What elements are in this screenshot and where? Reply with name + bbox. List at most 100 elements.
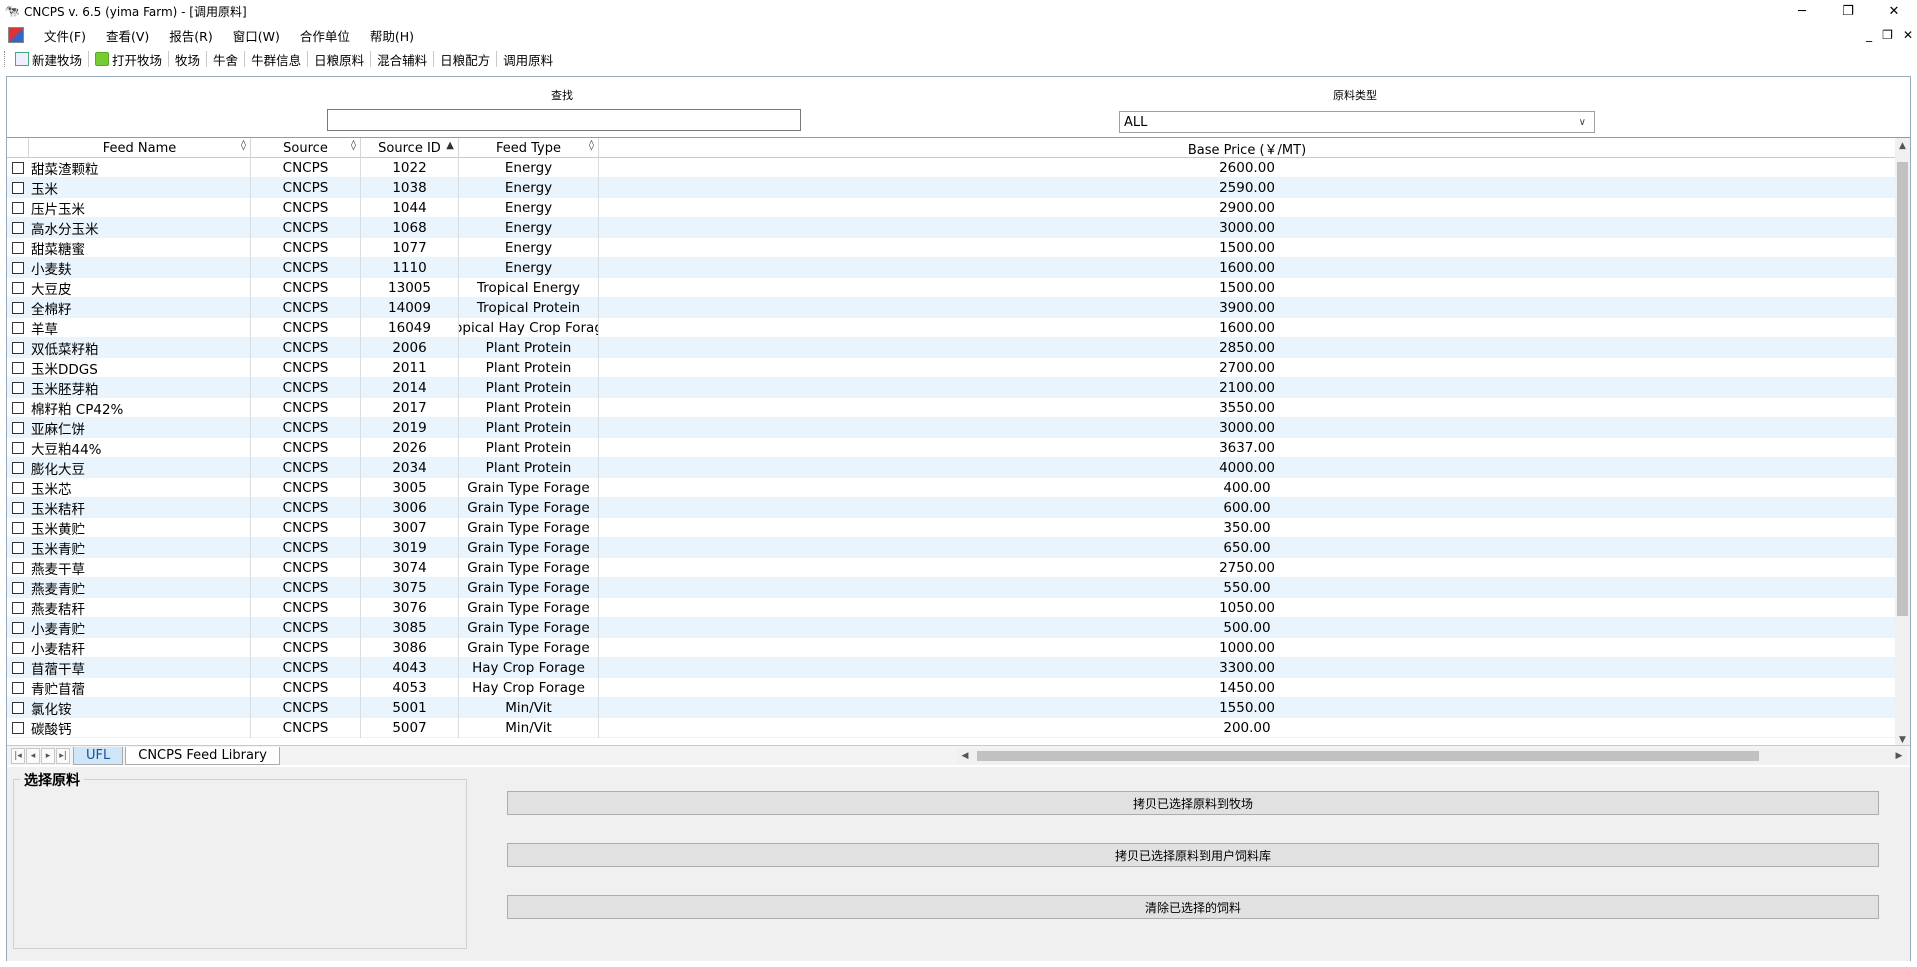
row-checkbox[interactable] <box>7 158 29 178</box>
table-row[interactable]: 亚麻仁饼 CNCPS 2019 Plant Protein 3000.00 <box>7 418 1895 438</box>
row-checkbox[interactable] <box>7 318 29 338</box>
checkbox[interactable] <box>12 462 24 474</box>
close-button[interactable]: ✕ <box>1871 0 1917 22</box>
first-tab-icon[interactable]: |◂ <box>11 747 25 764</box>
table-row[interactable]: 大豆粕44% CNCPS 2026 Plant Protein 3637.00 <box>7 438 1895 458</box>
checkbox[interactable] <box>12 722 24 734</box>
checkbox[interactable] <box>12 222 24 234</box>
row-checkbox[interactable] <box>7 438 29 458</box>
checkbox[interactable] <box>12 662 24 674</box>
menu-file[interactable]: 文件(F) <box>34 26 96 45</box>
checkbox[interactable] <box>12 302 24 314</box>
menu-help[interactable]: 帮助(H) <box>360 26 424 45</box>
row-checkbox[interactable] <box>7 258 29 278</box>
mdi-minimize-button[interactable]: _ <box>1866 28 1872 42</box>
clear-selection-button[interactable]: 清除已选择的饲料 <box>507 895 1879 919</box>
table-row[interactable]: 小麦青贮 CNCPS 3085 Grain Type Forage 500.00 <box>7 618 1895 638</box>
prev-tab-icon[interactable]: ◂ <box>26 747 40 764</box>
row-checkbox[interactable] <box>7 538 29 558</box>
row-checkbox[interactable] <box>7 578 29 598</box>
row-checkbox[interactable] <box>7 658 29 678</box>
table-row[interactable]: 玉米青贮 CNCPS 3019 Grain Type Forage 650.00 <box>7 538 1895 558</box>
checkbox[interactable] <box>12 422 24 434</box>
scroll-right-icon[interactable]: ▶ <box>1891 751 1907 761</box>
checkbox[interactable] <box>12 382 24 394</box>
table-row[interactable]: 燕麦青贮 CNCPS 3075 Grain Type Forage 550.00 <box>7 578 1895 598</box>
table-row[interactable]: 小麦秸秆 CNCPS 3086 Grain Type Forage 1000.00 <box>7 638 1895 658</box>
checkbox[interactable] <box>12 202 24 214</box>
herd-info-button[interactable]: 牛群信息 <box>245 51 309 68</box>
checkbox[interactable] <box>12 542 24 554</box>
open-farm-button[interactable]: 打开牧场 <box>89 51 170 68</box>
mdi-close-button[interactable]: ✕ <box>1903 28 1913 42</box>
menu-view[interactable]: 查看(V) <box>96 26 159 45</box>
row-checkbox[interactable] <box>7 418 29 438</box>
checkbox[interactable] <box>12 522 24 534</box>
table-row[interactable]: 氯化铵 CNCPS 5001 Min/Vit 1550.00 <box>7 698 1895 718</box>
vertical-scroll-thumb[interactable] <box>1897 162 1908 616</box>
table-row[interactable]: 玉米胚芽粕 CNCPS 2014 Plant Protein 2100.00 <box>7 378 1895 398</box>
horizontal-scroll-thumb[interactable] <box>977 751 1759 761</box>
row-checkbox[interactable] <box>7 298 29 318</box>
last-tab-icon[interactable]: ▸| <box>56 747 70 764</box>
table-row[interactable]: 双低菜籽粕 CNCPS 2006 Plant Protein 2850.00 <box>7 338 1895 358</box>
table-row[interactable]: 棉籽粕 CP42% CNCPS 2017 Plant Protein 3550.00 <box>7 398 1895 418</box>
row-checkbox[interactable] <box>7 178 29 198</box>
header-feed-type[interactable]: Feed Type ◊ <box>459 138 599 158</box>
table-row[interactable]: 压片玉米 CNCPS 1044 Energy 2900.00 <box>7 198 1895 218</box>
row-checkbox[interactable] <box>7 458 29 478</box>
menu-partners[interactable]: 合作单位 <box>290 26 360 45</box>
row-checkbox[interactable] <box>7 718 29 738</box>
ration-formula-button[interactable]: 日粮配方 <box>434 51 498 68</box>
table-row[interactable]: 羊草 CNCPS 16049 opical Hay Crop Forag 1600.00 <box>7 318 1895 338</box>
header-source-id[interactable]: Source ID ▲ <box>361 138 459 158</box>
row-checkbox[interactable] <box>7 238 29 258</box>
tab-ufl[interactable]: UFL <box>73 746 124 765</box>
mdi-window-icon[interactable] <box>8 27 24 43</box>
checkbox[interactable] <box>12 362 24 374</box>
new-farm-button[interactable]: 新建牧场 <box>9 51 90 68</box>
checkbox[interactable] <box>12 282 24 294</box>
checkbox[interactable] <box>12 262 24 274</box>
checkbox[interactable] <box>12 642 24 654</box>
checkbox[interactable] <box>12 622 24 634</box>
row-checkbox[interactable] <box>7 498 29 518</box>
row-checkbox[interactable] <box>7 198 29 218</box>
table-row[interactable]: 全棉籽 CNCPS 14009 Tropical Protein 3900.00 <box>7 298 1895 318</box>
header-feed-name[interactable]: Feed Name ◊ <box>29 138 251 158</box>
table-row[interactable]: 玉米DDGS CNCPS 2011 Plant Protein 2700.00 <box>7 358 1895 378</box>
ration-feeds-button[interactable]: 日粮原料 <box>308 51 372 68</box>
vertical-scrollbar[interactable]: ▲ ▼ <box>1895 138 1910 748</box>
checkbox[interactable] <box>12 322 24 334</box>
table-row[interactable]: 苜蓿干草 CNCPS 4043 Hay Crop Forage 3300.00 <box>7 658 1895 678</box>
table-row[interactable]: 燕麦秸秆 CNCPS 3076 Grain Type Forage 1050.00 <box>7 598 1895 618</box>
checkbox[interactable] <box>12 342 24 354</box>
barn-button[interactable]: 牛舍 <box>207 51 246 68</box>
checkbox[interactable] <box>12 402 24 414</box>
scroll-left-icon[interactable]: ◀ <box>957 751 973 761</box>
row-checkbox[interactable] <box>7 518 29 538</box>
row-checkbox[interactable] <box>7 358 29 378</box>
checkbox[interactable] <box>12 502 24 514</box>
checkbox[interactable] <box>12 482 24 494</box>
scroll-up-icon[interactable]: ▲ <box>1895 138 1910 154</box>
checkbox[interactable] <box>12 562 24 574</box>
row-checkbox[interactable] <box>7 338 29 358</box>
feed-type-select[interactable]: ALL ∨ <box>1119 111 1595 133</box>
row-checkbox[interactable] <box>7 218 29 238</box>
tab-cncps-feed-library[interactable]: CNCPS Feed Library <box>125 746 280 765</box>
row-checkbox[interactable] <box>7 558 29 578</box>
table-row[interactable]: 燕麦干草 CNCPS 3074 Grain Type Forage 2750.00 <box>7 558 1895 578</box>
table-row[interactable]: 玉米芯 CNCPS 3005 Grain Type Forage 400.00 <box>7 478 1895 498</box>
import-feeds-button[interactable]: 调用原料 <box>497 51 559 68</box>
checkbox[interactable] <box>12 682 24 694</box>
checkbox[interactable] <box>12 442 24 454</box>
row-checkbox[interactable] <box>7 478 29 498</box>
premix-button[interactable]: 混合辅料 <box>371 51 435 68</box>
table-row[interactable]: 高水分玉米 CNCPS 1068 Energy 3000.00 <box>7 218 1895 238</box>
toolbar-grip[interactable] <box>4 51 7 67</box>
header-source[interactable]: Source ◊ <box>251 138 361 158</box>
table-row[interactable]: 玉米 CNCPS 1038 Energy 2590.00 <box>7 178 1895 198</box>
horizontal-scrollbar[interactable]: ◀ ▶ <box>957 748 1907 764</box>
table-row[interactable]: 膨化大豆 CNCPS 2034 Plant Protein 4000.00 <box>7 458 1895 478</box>
